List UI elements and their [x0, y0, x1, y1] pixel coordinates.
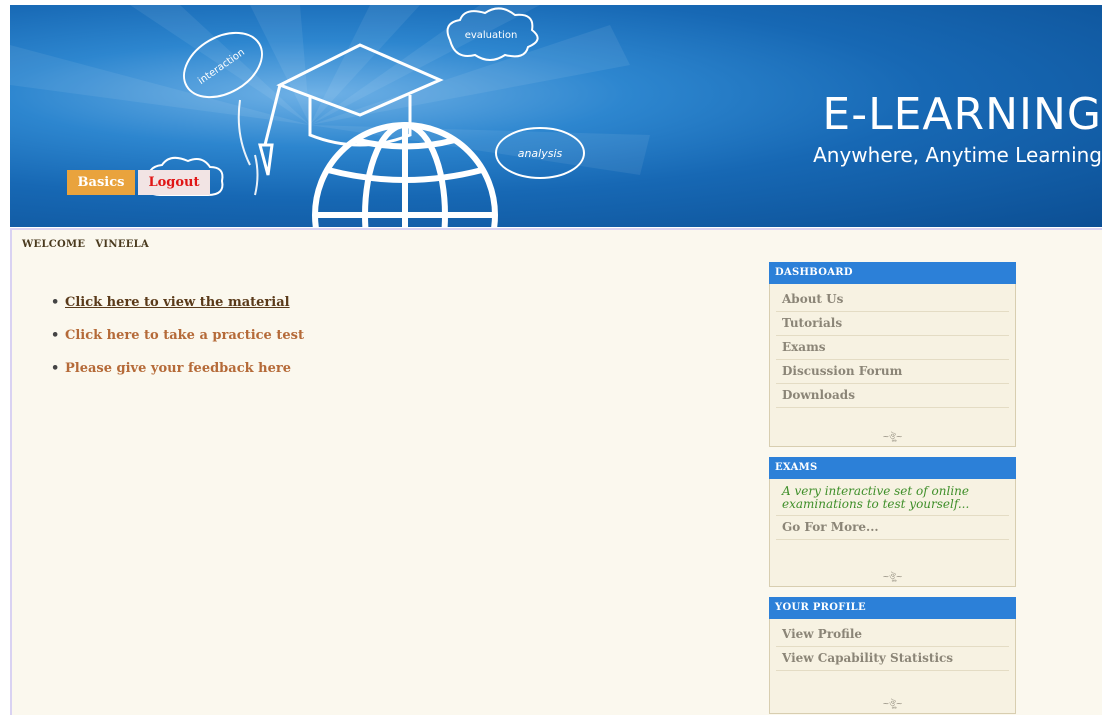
exams-panel-title: EXAMS [769, 457, 1016, 479]
feedback-link[interactable]: Please give your feedback here [49, 360, 304, 393]
profile-panel: YOUR PROFILE View Profile View Capabilit… [769, 597, 1016, 714]
dashboard-item-about-us[interactable]: About Us [776, 288, 1009, 312]
dashboard-panel-title: DASHBOARD [769, 262, 1016, 284]
dashboard-item-tutorials[interactable]: Tutorials [776, 312, 1009, 336]
profile-panel-title: YOUR PROFILE [769, 597, 1016, 619]
view-material-link[interactable]: Click here to view the material [49, 294, 304, 327]
dashboard-panel: DASHBOARD About Us Tutorials Exams Discu… [769, 262, 1016, 447]
svg-text:evaluation: evaluation [465, 30, 518, 41]
svg-text:analysis: analysis [518, 147, 563, 160]
dashboard-item-discussion-forum[interactable]: Discussion Forum [776, 360, 1009, 384]
exams-description: A very interactive set of online examina… [776, 485, 1009, 516]
main-content: WELCOME VINEELA Click here to view the ma… [10, 228, 1102, 715]
header-banner: interaction evaluation analysis E-LEARNI… [10, 5, 1102, 227]
profile-item-capability-statistics[interactable]: View Capability Statistics [776, 647, 1009, 671]
logout-button[interactable]: Logout [138, 170, 210, 195]
exams-panel: EXAMS A very interactive set of online e… [769, 457, 1016, 587]
profile-ornament: ~ঔৣ~ [882, 699, 903, 708]
exams-go-for-more-link[interactable]: Go For More... [776, 516, 1009, 540]
dashboard-item-exams[interactable]: Exams [776, 336, 1009, 360]
basics-button[interactable]: Basics [67, 170, 135, 195]
site-title: E-LEARNING [822, 89, 1102, 140]
dashboard-item-downloads[interactable]: Downloads [776, 384, 1009, 408]
practice-test-link[interactable]: Click here to take a practice test [49, 327, 304, 360]
exams-ornament: ~ঔৣ~ [882, 572, 903, 581]
welcome-label: WELCOME [22, 239, 86, 250]
welcome-message: WELCOME VINEELA [22, 239, 159, 250]
profile-item-view-profile[interactable]: View Profile [776, 623, 1009, 647]
dashboard-ornament: ~ঔৣ~ [882, 432, 903, 441]
site-tagline: Anywhere, Anytime Learning [813, 143, 1102, 167]
user-name: VINEELA [95, 239, 150, 250]
main-links-list: Click here to view the material Click he… [49, 294, 304, 393]
